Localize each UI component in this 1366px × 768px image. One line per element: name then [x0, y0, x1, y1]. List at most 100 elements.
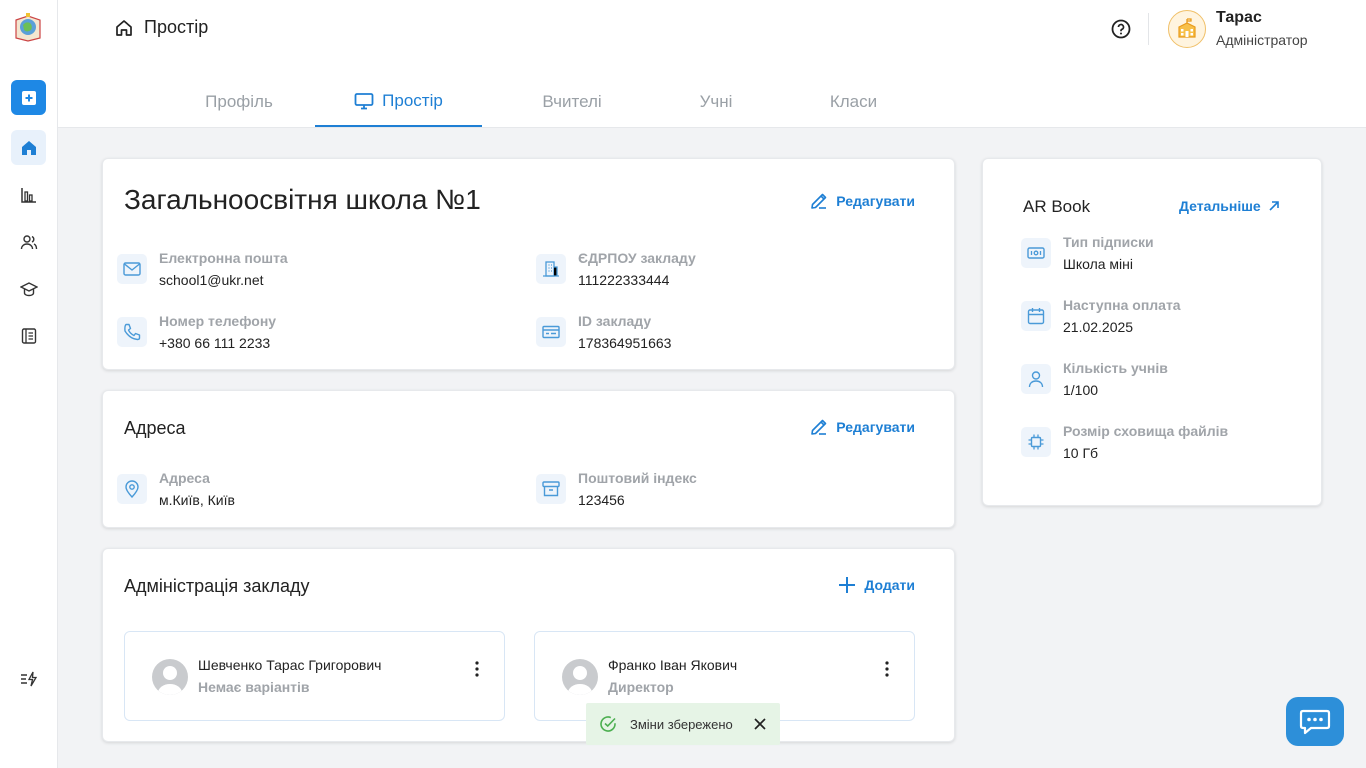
sidebar-item-users[interactable]: [11, 224, 46, 259]
tab-profile[interactable]: Профіль: [163, 76, 315, 127]
id-card-icon: [536, 317, 566, 347]
tab-label: Класи: [829, 91, 878, 111]
tab-teachers[interactable]: Вчителі: [482, 76, 662, 127]
sidebar-item-statistics[interactable]: [11, 177, 46, 212]
monitor-icon: [354, 92, 374, 109]
more-vertical-icon[interactable]: [474, 661, 480, 677]
field-label: Поштовий індекс: [578, 470, 697, 486]
help-icon[interactable]: [1110, 18, 1132, 40]
postal-code-field: Поштовий індекс 123456: [536, 469, 697, 510]
field-value: Школа міні: [1063, 256, 1134, 272]
administration-title: Адміністрація закладу: [124, 576, 310, 596]
admin-person-card[interactable]: Шевченко Тарас Григорович Немає варіанті…: [124, 631, 505, 721]
field-value: м.Київ, Київ: [159, 492, 235, 508]
student-count-field: Кількість учнів 1/100: [1021, 359, 1168, 400]
calendar-icon: [1021, 301, 1051, 331]
school-building-icon: [1178, 18, 1196, 38]
phone-icon: [117, 317, 147, 347]
edit-address-button[interactable]: Редагувати: [809, 417, 915, 437]
field-label: Електронна пошта: [159, 250, 288, 266]
email-field: Електронна пошта school1@ukr.net: [117, 249, 288, 290]
field-value: 111222333444: [578, 272, 670, 288]
success-toast: Зміни збережено: [586, 703, 780, 745]
user-name: Тарас: [1216, 9, 1262, 26]
graduation-cap-icon: [19, 281, 38, 296]
home-icon: [21, 140, 36, 155]
breadcrumb[interactable]: Простір: [114, 17, 208, 38]
field-value: 10 Гб: [1063, 445, 1099, 461]
chat-button[interactable]: [1286, 697, 1344, 746]
location-icon: [117, 474, 147, 504]
tab-bar: Профіль Простір Вчителі Учні Класи: [163, 76, 937, 128]
field-value: 1/100: [1063, 382, 1099, 398]
tab-students[interactable]: Учні: [662, 76, 770, 127]
chat-bubble-icon: [1299, 709, 1331, 734]
details-label: Детальніше: [1179, 198, 1261, 214]
field-label: Адреса: [159, 470, 210, 486]
tab-classes[interactable]: Класи: [770, 76, 937, 127]
sidebar: [0, 0, 58, 768]
sidebar-item-home[interactable]: [11, 130, 46, 165]
user-icon: [1021, 364, 1051, 394]
more-vertical-icon[interactable]: [884, 661, 890, 677]
header: Простір Тарас Адміністратор Профіль Прос…: [58, 0, 1366, 128]
sidebar-item-quick-actions[interactable]: [11, 661, 46, 696]
school-card: Загальноосвітня школа №1 Редагувати Елек…: [102, 158, 955, 370]
person-role: Немає варіантів: [198, 679, 310, 695]
archive-icon: [536, 474, 566, 504]
edrpou-field: ЄДРПОУ закладу 111222333444: [536, 249, 696, 290]
arrow-up-right-icon: [1269, 201, 1279, 211]
next-payment-field: Наступна оплата 21.02.2025: [1021, 296, 1181, 337]
tab-label: Простір: [382, 90, 443, 110]
mail-icon: [117, 254, 147, 284]
field-value: 123456: [578, 492, 625, 508]
address-field: Адреса м.Київ, Київ: [117, 469, 235, 510]
pencil-icon: [811, 419, 827, 435]
avatar: [562, 659, 598, 695]
field-label: Тип підписки: [1063, 234, 1154, 250]
header-divider: [1148, 13, 1149, 45]
field-label: Кількість учнів: [1063, 360, 1168, 376]
pencil-icon: [811, 193, 827, 209]
users-icon: [20, 234, 37, 249]
add-label: Додати: [864, 577, 915, 593]
field-label: ЄДРПОУ закладу: [578, 250, 696, 266]
field-value: +380 66 111 2233: [159, 335, 271, 351]
home-outline-icon: [116, 19, 132, 36]
app-logo[interactable]: [14, 12, 42, 42]
subscription-icon: [1021, 238, 1051, 268]
field-label: Розмір сховища файлів: [1063, 423, 1229, 439]
plus-icon: [839, 577, 856, 593]
sidebar-item-education[interactable]: [11, 271, 46, 306]
create-button[interactable]: [11, 80, 46, 115]
avatar: [152, 659, 188, 695]
close-icon[interactable]: [754, 718, 766, 730]
tab-label: Профіль: [205, 91, 273, 111]
tab-label: Вчителі: [542, 91, 602, 111]
administration-card: Адміністрація закладу Додати Шевченко Та…: [102, 548, 955, 742]
details-link[interactable]: Детальніше: [1179, 198, 1281, 214]
plus-square-icon: [21, 90, 36, 105]
building-icon: [536, 254, 566, 284]
tab-space[interactable]: Простір: [315, 76, 482, 127]
add-admin-button[interactable]: Додати: [837, 575, 915, 595]
journal-icon: [21, 327, 36, 344]
person-name: Шевченко Тарас Григорович: [198, 657, 382, 673]
user-role: Адміністратор: [1216, 32, 1308, 48]
sidebar-item-journal[interactable]: [11, 318, 46, 353]
toast-message: Зміни збережено: [630, 717, 733, 732]
bar-chart-icon: [20, 187, 36, 203]
user-avatar[interactable]: [1168, 10, 1206, 48]
storage-size-field: Розмір сховища файлів 10 Гб: [1021, 422, 1228, 463]
breadcrumb-label: Простір: [144, 17, 209, 37]
check-circle-icon: [600, 716, 616, 732]
edit-label: Редагувати: [836, 419, 915, 435]
edit-school-button[interactable]: Редагувати: [809, 191, 915, 211]
person-role: Директор: [608, 679, 674, 695]
person-name: Франко Іван Якович: [608, 657, 738, 673]
address-card: Адреса Редагувати Адреса м.Київ, Київ Пош…: [102, 390, 955, 528]
field-label: ID закладу: [578, 313, 652, 329]
address-title: Адреса: [124, 418, 186, 438]
ar-book-card: AR Book Детальніше Тип підписки Школа мін…: [982, 158, 1322, 506]
field-value: school1@ukr.net: [159, 272, 264, 288]
